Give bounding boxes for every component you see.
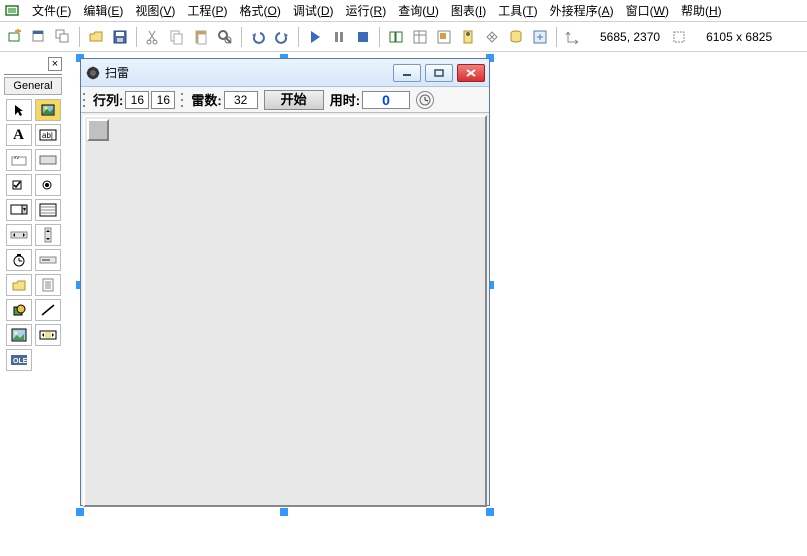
tool-data[interactable] — [35, 324, 61, 346]
find-button[interactable] — [214, 26, 236, 48]
stop-button[interactable] — [352, 26, 374, 48]
mine-cell-control[interactable] — [87, 119, 109, 141]
position-readout: 5685, 2370 — [594, 30, 666, 44]
separator — [298, 27, 299, 47]
separator — [379, 27, 380, 47]
selection-handle-s[interactable] — [280, 508, 288, 516]
rows-field[interactable]: 16 — [125, 91, 149, 109]
tool-checkbox[interactable] — [6, 174, 32, 196]
form-close-button[interactable] — [457, 64, 485, 82]
tool-dirlistbox[interactable] — [6, 274, 32, 296]
mines-field[interactable]: 32 — [224, 91, 258, 109]
tool-shape[interactable] — [6, 299, 32, 321]
add-mdi-button[interactable] — [52, 26, 74, 48]
tool-pointer[interactable] — [6, 99, 32, 121]
menu-debug[interactable]: 调试(D) — [287, 0, 340, 21]
menu-help[interactable]: 帮助(H) — [675, 0, 728, 21]
form-toolbar: 行列: 16 16 雷数: 32 开始 用时: 0 — [81, 87, 489, 113]
object-browser-button[interactable] — [457, 26, 479, 48]
form-title-text: 扫雷 — [105, 64, 393, 81]
selection-handle-sw[interactable] — [76, 508, 84, 516]
svg-text:ab|: ab| — [42, 131, 53, 140]
svg-text:xv: xv — [14, 155, 20, 161]
separator — [556, 27, 557, 47]
add-project-button[interactable] — [4, 26, 26, 48]
redo-button[interactable] — [271, 26, 293, 48]
palette-tab-general[interactable]: General — [4, 77, 62, 95]
tool-timer[interactable] — [6, 249, 32, 271]
menu-format[interactable]: 格式(O) — [233, 0, 286, 21]
toolbar-grip[interactable] — [181, 91, 187, 109]
tool-drivelistbox[interactable] — [35, 249, 61, 271]
tool-hscrollbar[interactable] — [6, 224, 32, 246]
menu-bar: 文件(F) 编辑(E) 视图(V) 工程(P) 格式(O) 调试(D) 运行(R… — [0, 0, 807, 22]
size-icon — [668, 26, 690, 48]
form-icon — [85, 65, 101, 81]
tool-label[interactable]: A — [6, 124, 32, 146]
position-icon — [562, 26, 584, 48]
toolbox-palette: × General A ab| xv OLE — [4, 56, 62, 371]
tool-optionbutton[interactable] — [35, 174, 61, 196]
menu-diagram[interactable]: 图表(I) — [445, 0, 492, 21]
palette-close-button[interactable]: × — [48, 57, 62, 71]
menu-run[interactable]: 运行(R) — [340, 0, 393, 21]
tool-textbox[interactable]: ab| — [35, 124, 61, 146]
separator — [79, 27, 80, 47]
menu-window[interactable]: 窗口(W) — [620, 0, 675, 21]
tool-ole[interactable]: OLE — [6, 349, 32, 371]
paste-button[interactable] — [190, 26, 212, 48]
undo-button[interactable] — [247, 26, 269, 48]
toolbox-button[interactable] — [481, 26, 503, 48]
design-form-window[interactable]: 扫雷 行列: 16 16 雷数: 32 开始 用时: 0 — [80, 58, 490, 506]
pause-button[interactable] — [328, 26, 350, 48]
form-layout-button[interactable] — [433, 26, 455, 48]
clock-icon — [416, 91, 434, 109]
form-maximize-button[interactable] — [425, 64, 453, 82]
menu-tools[interactable]: 工具(T) — [492, 0, 543, 21]
svg-text:OLE: OLE — [13, 358, 28, 365]
main-toolbar: 5685, 2370 6105 x 6825 — [0, 22, 807, 52]
time-label: 用时: — [330, 90, 360, 109]
form-designer-canvas[interactable]: 扫雷 行列: 16 16 雷数: 32 开始 用时: 0 — [70, 54, 807, 556]
menu-project[interactable]: 工程(P) — [181, 0, 233, 21]
menu-query[interactable]: 查询(U) — [392, 0, 445, 21]
rows-cols-label: 行列: — [93, 90, 123, 109]
tool-vscrollbar[interactable] — [35, 224, 61, 246]
selection-handle-se[interactable] — [486, 508, 494, 516]
menu-view[interactable]: 视图(V) — [129, 0, 181, 21]
tool-combobox[interactable] — [6, 199, 32, 221]
form-minimize-button[interactable] — [393, 64, 421, 82]
tool-filelistbox[interactable] — [35, 274, 61, 296]
menu-edit[interactable]: 编辑(E) — [77, 0, 129, 21]
menu-file[interactable]: 文件(F) — [26, 0, 77, 21]
tool-commandbutton[interactable] — [35, 149, 61, 171]
form-client-area[interactable] — [83, 115, 487, 507]
tool-image[interactable] — [6, 324, 32, 346]
menu-addins[interactable]: 外接程序(A) — [544, 0, 620, 21]
tool-picturebox[interactable] — [35, 99, 61, 121]
tool-listbox[interactable] — [35, 199, 61, 221]
run-button[interactable] — [304, 26, 326, 48]
separator — [241, 27, 242, 47]
component-manager-button[interactable] — [529, 26, 551, 48]
size-readout: 6105 x 6825 — [700, 30, 778, 44]
form-titlebar[interactable]: 扫雷 — [81, 59, 489, 87]
save-button[interactable] — [109, 26, 131, 48]
cols-field[interactable]: 16 — [151, 91, 175, 109]
copy-button[interactable] — [166, 26, 188, 48]
time-display: 0 — [362, 91, 410, 109]
mines-label: 雷数: — [191, 90, 221, 109]
toolbar-grip[interactable] — [83, 91, 89, 109]
properties-button[interactable] — [409, 26, 431, 48]
tool-frame[interactable]: xv — [6, 149, 32, 171]
start-button[interactable]: 开始 — [264, 90, 324, 110]
data-view-button[interactable] — [505, 26, 527, 48]
project-explorer-button[interactable] — [385, 26, 407, 48]
cut-button[interactable] — [142, 26, 164, 48]
separator — [136, 27, 137, 47]
open-button[interactable] — [85, 26, 107, 48]
tool-line[interactable] — [35, 299, 61, 321]
add-form-button[interactable] — [28, 26, 50, 48]
app-icon — [4, 3, 20, 19]
